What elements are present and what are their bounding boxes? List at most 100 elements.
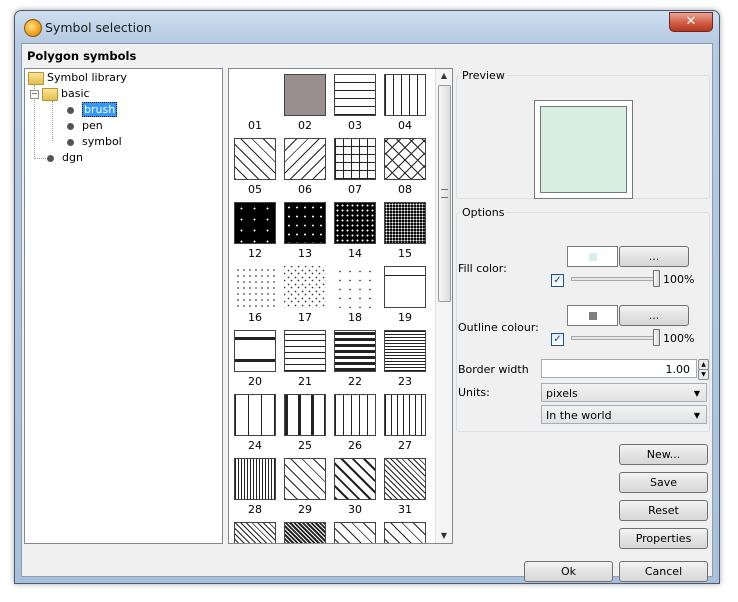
tree-item-dgn[interactable]: dgn [47, 151, 83, 164]
scroll-down-icon[interactable]: ▼ [436, 529, 452, 543]
scrollbar-thumb[interactable] [438, 85, 451, 302]
scroll-up-icon[interactable]: ▲ [436, 69, 452, 83]
tree-item-symbol[interactable]: symbol [67, 135, 122, 148]
symbol-swatch[interactable] [284, 394, 326, 436]
ok-button[interactable]: Ok [524, 561, 613, 582]
symbol-cell[interactable]: 01 [232, 72, 282, 134]
symbol-swatch[interactable] [334, 202, 376, 244]
symbol-library-tree[interactable]: Symbol library − basic brush pen symbol d… [24, 68, 223, 544]
symbol-swatch[interactable] [334, 74, 376, 116]
outline-opacity-slider-handle[interactable] [653, 329, 660, 346]
collapse-icon[interactable]: − [30, 89, 39, 99]
symbol-cell[interactable]: 31 [382, 456, 432, 518]
symbol-cell[interactable]: 26 [332, 392, 382, 454]
symbol-swatch[interactable] [334, 266, 376, 308]
tree-item-symbol-library[interactable]: Symbol library [28, 71, 127, 85]
title-bar[interactable]: Symbol selection ✕ [15, 11, 719, 45]
symbol-swatch[interactable] [384, 138, 426, 180]
new-button[interactable]: New... [619, 444, 708, 465]
symbol-cell[interactable]: 14 [332, 200, 382, 262]
save-button[interactable]: Save [619, 472, 708, 493]
symbol-cell[interactable]: 20 [232, 328, 282, 390]
symbol-cell[interactable]: 04 [382, 72, 432, 134]
outline-colour-checkbox[interactable]: ✓ [551, 333, 564, 346]
cancel-button[interactable]: Cancel [619, 561, 708, 582]
symbol-cell[interactable]: 06 [282, 136, 332, 198]
symbol-cell[interactable] [332, 520, 382, 543]
symbol-cell[interactable] [232, 520, 282, 543]
symbol-swatch[interactable] [334, 138, 376, 180]
symbol-swatch[interactable] [384, 74, 426, 116]
symbol-cell[interactable]: 30 [332, 456, 382, 518]
symbol-swatch[interactable] [284, 138, 326, 180]
symbol-swatch[interactable] [384, 202, 426, 244]
border-width-input[interactable]: 1.00 [541, 359, 697, 378]
symbol-swatch[interactable] [384, 330, 426, 372]
symbol-cell[interactable]: 21 [282, 328, 332, 390]
symbol-cell[interactable]: 02 [282, 72, 332, 134]
tree-item-basic[interactable]: − basic [30, 87, 90, 101]
symbol-cell[interactable]: 28 [232, 456, 282, 518]
fill-opacity-slider[interactable] [571, 277, 657, 281]
symbol-swatch[interactable] [234, 394, 276, 436]
symbol-cell[interactable]: 25 [282, 392, 332, 454]
symbol-cell[interactable]: 19 [382, 264, 432, 326]
symbol-cell[interactable]: 24 [232, 392, 282, 454]
vertical-scrollbar[interactable]: ▲ ▼ [435, 69, 452, 543]
symbol-swatch[interactable] [234, 330, 276, 372]
symbol-swatch[interactable] [284, 202, 326, 244]
symbol-cell[interactable]: 15 [382, 200, 432, 262]
outline-opacity-slider[interactable] [571, 336, 657, 340]
outline-colour-picker-button[interactable]: ... [619, 305, 689, 326]
tree-item-brush[interactable]: brush [67, 102, 118, 117]
symbol-swatch[interactable] [334, 458, 376, 500]
symbol-cell[interactable]: 29 [282, 456, 332, 518]
tree-item-pen[interactable]: pen [67, 119, 103, 132]
symbol-cell[interactable]: 13 [282, 200, 332, 262]
symbol-swatch[interactable] [234, 266, 276, 308]
symbol-swatch[interactable] [334, 394, 376, 436]
symbol-cell[interactable] [382, 520, 432, 543]
close-button[interactable]: ✕ [669, 12, 713, 32]
symbol-swatch[interactable] [384, 458, 426, 500]
symbol-swatch[interactable] [234, 74, 276, 116]
symbol-swatch[interactable] [234, 138, 276, 180]
symbol-swatch[interactable] [284, 458, 326, 500]
symbol-swatch[interactable] [334, 330, 376, 372]
symbol-swatch[interactable] [284, 522, 326, 543]
symbol-cell[interactable]: 05 [232, 136, 282, 198]
units-select[interactable]: pixels ▼ [541, 383, 707, 402]
symbol-swatch[interactable] [234, 202, 276, 244]
symbol-swatch[interactable] [334, 522, 376, 543]
symbol-cell[interactable]: 08 [382, 136, 432, 198]
fill-color-checkbox[interactable]: ✓ [551, 274, 564, 287]
symbol-swatch[interactable] [284, 74, 326, 116]
symbol-cell[interactable]: 17 [282, 264, 332, 326]
symbol-swatch[interactable] [384, 266, 426, 308]
symbol-swatch[interactable] [234, 522, 276, 543]
symbol-swatch[interactable] [384, 522, 426, 543]
symbol-grid-panel[interactable]: 01 02 03 04 05 06 07 08 12 13 14 15 16 17 18 19 20 21 22 23… [228, 68, 453, 544]
symbol-cell[interactable]: 07 [332, 136, 382, 198]
properties-button[interactable]: Properties [619, 528, 708, 549]
symbol-swatch[interactable] [284, 266, 326, 308]
symbol-cell[interactable]: 03 [332, 72, 382, 134]
symbol-cell[interactable] [282, 520, 332, 543]
fill-color-picker-button[interactable]: ... [619, 246, 689, 267]
outline-colour-swatch[interactable] [567, 305, 618, 326]
symbol-cell[interactable]: 16 [232, 264, 282, 326]
symbol-cell[interactable]: 12 [232, 200, 282, 262]
spin-down-icon[interactable]: ▼ [698, 369, 709, 380]
symbol-swatch[interactable] [384, 394, 426, 436]
fill-color-swatch[interactable] [567, 246, 618, 267]
reset-button[interactable]: Reset [619, 500, 708, 521]
symbol-cell[interactable]: 23 [382, 328, 432, 390]
symbol-swatch[interactable] [234, 458, 276, 500]
symbol-cell[interactable]: 22 [332, 328, 382, 390]
symbol-cell[interactable]: 18 [332, 264, 382, 326]
units-scope-select[interactable]: In the world ▼ [541, 405, 707, 424]
symbol-cell[interactable]: 27 [382, 392, 432, 454]
fill-opacity-slider-handle[interactable] [653, 270, 660, 287]
symbol-swatch[interactable] [284, 330, 326, 372]
options-legend: Options [462, 206, 505, 219]
